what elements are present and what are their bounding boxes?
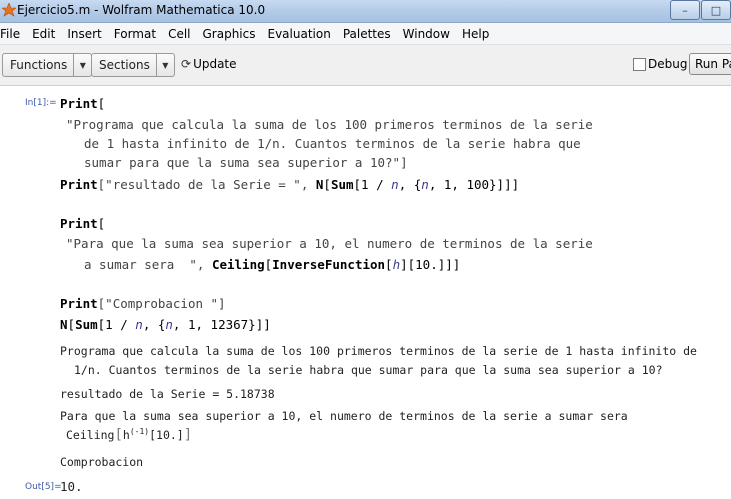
menu-format[interactable]: Format (108, 27, 162, 41)
toolbar: Functions ▼ Sections ▼ ⟳ Update Debug Ru… (0, 45, 731, 86)
output-line-1[interactable]: Programa que calcula la suma de los 100 … (60, 344, 697, 358)
refresh-icon: ⟳ (181, 57, 192, 71)
code-text: , 1, 100}]]] (428, 177, 520, 192)
code-line-1[interactable]: Print[ (60, 96, 105, 111)
mathematica-logo-icon (2, 3, 16, 17)
output-bracket: [ (114, 427, 123, 443)
output-line-2[interactable]: 1/n. Cuantos terminos de la serie habra … (74, 363, 663, 377)
code-line-10[interactable]: N[Sum[1 / n, {n, 1, 12367}]] (60, 317, 271, 332)
code-text: [ (67, 317, 76, 332)
title-bar: Ejercicio5.m - Wolfram Mathematica 10.0 … (0, 0, 731, 23)
update-button[interactable]: ⟳ Update (181, 57, 237, 71)
notebook-area[interactable]: In[1]:= Print[ "Programa que calcula la … (0, 86, 731, 499)
code-line-6[interactable]: Print[ (60, 216, 105, 231)
menu-window[interactable]: Window (397, 27, 456, 41)
debug-toggle[interactable]: Debug (633, 57, 687, 71)
output-text: Ceiling (66, 428, 115, 442)
code-text: [ (385, 257, 393, 272)
code-line-5[interactable]: Print["resultado de la Serie = ", N[Sum[… (60, 177, 519, 192)
chevron-down-icon: ▼ (73, 54, 91, 76)
code-keyword: N (60, 317, 68, 332)
minimize-button[interactable]: – (670, 0, 700, 20)
input-cell-label: In[1]:= (25, 98, 57, 108)
code-keyword: Print (60, 216, 98, 231)
window-title: Ejercicio5.m - Wolfram Mathematica 10.0 (17, 3, 266, 17)
debug-checkbox[interactable] (633, 57, 646, 71)
code-variable: n (135, 317, 143, 332)
maximize-button[interactable]: □ (701, 0, 731, 20)
code-variable: n (391, 177, 399, 192)
debug-label: Debug (648, 57, 688, 71)
code-text: [1 / (353, 177, 392, 192)
code-keyword: Print (60, 96, 98, 111)
menu-palettes[interactable]: Palettes (337, 27, 397, 41)
output-line-6[interactable]: Comprobacion (60, 455, 143, 469)
output-text: h (122, 428, 130, 442)
code-text: [ (97, 96, 106, 111)
sections-label: Sections (99, 58, 150, 72)
output-superscript: (-1) (129, 427, 150, 437)
code-keyword: Print (60, 296, 98, 311)
code-line-9[interactable]: Print["Comprobacion "] (60, 296, 226, 311)
code-line-3[interactable]: de 1 hasta infinito de 1/n. Cuantos term… (84, 136, 581, 151)
menu-edit[interactable]: Edit (26, 27, 61, 41)
output-line-4[interactable]: Para que la suma sea superior a 10, el n… (60, 409, 628, 423)
output-line-3[interactable]: resultado de la Serie = 5.18738 (60, 387, 275, 401)
code-variable: n (165, 317, 173, 332)
code-line-8[interactable]: a sumar sera ", Ceiling[InverseFunction[… (84, 257, 460, 272)
code-text: ][10.]]] (400, 257, 461, 272)
menu-evaluation[interactable]: Evaluation (262, 27, 337, 41)
code-text: ["Comprobacion "] (97, 296, 226, 311)
menu-help[interactable]: Help (456, 27, 495, 41)
code-keyword: Ceiling (211, 257, 265, 272)
code-text: [ (323, 177, 331, 192)
run-package-button[interactable]: Run Pa (689, 53, 731, 75)
code-keyword: Sum (75, 317, 98, 332)
code-keyword: Print (60, 177, 98, 192)
menu-cell[interactable]: Cell (162, 27, 196, 41)
output-text: [10.] (149, 428, 184, 442)
code-line-4[interactable]: sumar para que la suma sea superior a 10… (84, 155, 408, 170)
update-label: Update (193, 57, 237, 71)
menu-file[interactable]: File (0, 27, 26, 41)
code-variable: n (421, 177, 429, 192)
functions-dropdown[interactable]: Functions ▼ (2, 53, 93, 77)
output-bracket: ] (183, 427, 193, 443)
output-line-7[interactable]: 10. (60, 479, 83, 494)
code-text: [1 / (97, 317, 136, 332)
menu-insert[interactable]: Insert (61, 27, 107, 41)
code-text: ["resultado de la Serie = ", (97, 177, 316, 192)
code-text: , { (142, 317, 166, 332)
code-keyword: InverseFunction (272, 257, 386, 272)
functions-label: Functions (10, 58, 68, 72)
sections-dropdown[interactable]: Sections ▼ (91, 53, 175, 77)
code-line-7[interactable]: "Para que la suma sea superior a 10, el … (66, 236, 593, 251)
output-line-5[interactable]: Ceiling[h(-1)[10.]] (66, 427, 192, 443)
menu-graphics[interactable]: Graphics (197, 27, 262, 41)
code-text: a sumar sera ", (84, 257, 212, 272)
code-variable: h (392, 257, 401, 272)
chevron-down-icon: ▼ (155, 54, 174, 76)
code-text: [ (97, 216, 106, 231)
menu-bar: File Edit Insert Format Cell Graphics Ev… (0, 23, 731, 45)
code-text: 367}]] (225, 317, 271, 332)
code-keyword: Sum (330, 177, 354, 192)
code-line-2[interactable]: "Programa que calcula la suma de los 100… (66, 117, 593, 132)
output-cell-label: Out[5]= (25, 482, 62, 492)
code-text: , 1, 12 (172, 317, 226, 332)
window-controls: – □ (669, 0, 731, 20)
code-text: , { (398, 177, 422, 192)
